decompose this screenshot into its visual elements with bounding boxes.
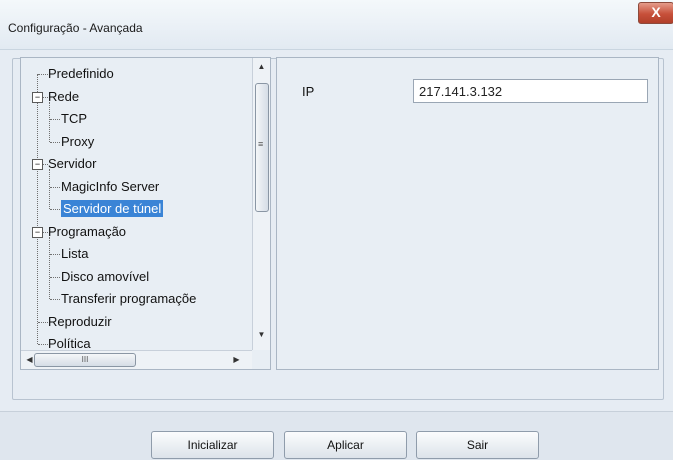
collapse-icon[interactable]: − — [32, 159, 43, 170]
scroll-right-icon[interactable]: ▶ — [228, 355, 245, 364]
tree-connector-line — [50, 209, 60, 210]
tree-item[interactable]: Servidor — [48, 154, 96, 174]
tree-connector-line — [50, 276, 60, 278]
tree-connector-line — [50, 186, 60, 188]
ip-label: IP — [302, 84, 315, 99]
tree-item[interactable]: MagicInfo Server — [61, 177, 159, 197]
tree-item[interactable]: Disco amovível — [61, 267, 149, 287]
tree-connector-line — [50, 141, 60, 143]
tree-item-label: Reproduzir — [48, 313, 112, 329]
tree-horizontal-scrollbar[interactable]: ◀ III ▶ — [21, 350, 252, 369]
tree-item-label: Servidor de túnel — [61, 200, 164, 217]
tree-connector-line — [50, 119, 60, 120]
tree-connector-line — [38, 344, 48, 345]
scroll-up-icon[interactable]: ▲ — [253, 62, 270, 71]
tree-item[interactable]: Lista — [61, 244, 88, 264]
tree-item-label: Programação — [48, 223, 127, 239]
tree-root-line — [37, 74, 38, 344]
close-button[interactable]: X — [638, 2, 673, 24]
tree-item-label: Disco amovível — [61, 268, 150, 284]
tree-branch-line — [49, 236, 50, 299]
tree-item[interactable]: Rede — [48, 87, 79, 107]
tree-item[interactable]: Política — [48, 334, 91, 350]
tree-item[interactable]: TCP — [61, 109, 87, 129]
reset-button[interactable]: Inicializar — [151, 431, 274, 459]
tree-item-label: TCP — [61, 111, 87, 126]
grip-icon: ≡ — [258, 139, 264, 149]
ip-input[interactable] — [413, 79, 648, 103]
tree-item[interactable]: Servidor de túnel — [61, 199, 164, 219]
tree-branch-line — [49, 169, 50, 209]
detail-panel: IP — [276, 57, 659, 370]
vertical-scroll-thumb[interactable]: ≡ — [255, 83, 269, 212]
tree-item-label: Servidor — [48, 156, 97, 171]
tree-item[interactable]: Reproduzir — [48, 312, 112, 332]
tree-item-label: Predefinido — [48, 66, 114, 81]
collapse-icon[interactable]: − — [32, 91, 43, 103]
tree-item-label: MagicInfo Server — [61, 178, 160, 194]
tree-item[interactable]: Proxy — [61, 132, 94, 152]
apply-button[interactable]: Aplicar — [284, 431, 407, 459]
tree-branch-line — [49, 101, 50, 142]
settings-tree: Predefinido − Rede TCP Proxy − Servidor MagicIn… — [21, 58, 252, 350]
tree-item[interactable]: Transferir programaçõe — [61, 289, 196, 309]
tree-connector-line — [38, 321, 48, 323]
tree-item-label: Rede — [48, 88, 80, 104]
tree-connector-line — [50, 254, 60, 255]
exit-button[interactable]: Sair — [416, 431, 539, 459]
tree-item-label: Proxy — [61, 133, 95, 149]
tree-item-label: Política — [48, 336, 91, 350]
tree-connector-line — [50, 299, 60, 300]
button-bar: Inicializar Aplicar Sair — [0, 411, 673, 460]
title-bar: Configuração - Avançada X — [0, 0, 673, 50]
tree-item[interactable]: Programação — [48, 222, 126, 242]
advanced-config-dialog: Configuração - Avançada X Predefinido − Re… — [0, 0, 673, 460]
collapse-icon[interactable]: − — [32, 226, 43, 238]
scroll-down-icon[interactable]: ▼ — [253, 330, 270, 339]
tree-connector-line — [38, 74, 48, 75]
tree-item-label: Transferir programaçõe — [61, 291, 197, 306]
tree-vertical-scrollbar[interactable]: ▲ ≡ ▼ — [252, 58, 270, 350]
horizontal-scroll-thumb[interactable]: III — [34, 353, 136, 367]
settings-tree-panel: Predefinido − Rede TCP Proxy − Servidor MagicIn… — [20, 57, 271, 370]
tree-item-label: Lista — [61, 246, 89, 261]
window-title: Configuração - Avançada — [8, 21, 143, 35]
tree-item[interactable]: Predefinido — [48, 64, 114, 84]
